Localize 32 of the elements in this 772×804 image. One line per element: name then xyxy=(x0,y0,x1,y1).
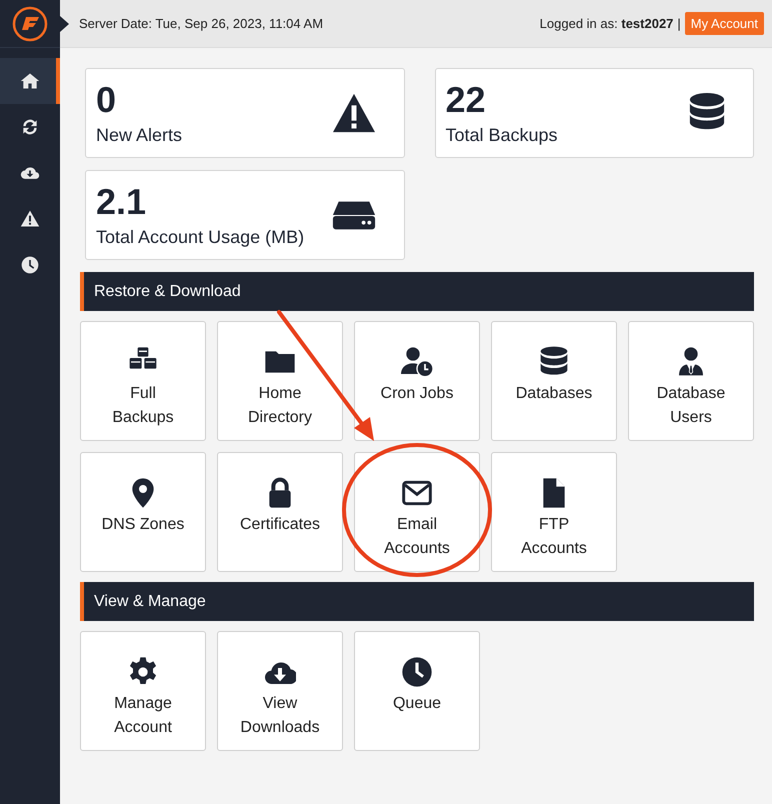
stat-label: Total Backups xyxy=(446,124,558,146)
tile-button[interactable]: Full Backups xyxy=(80,321,206,441)
stat-value: 0 xyxy=(96,80,118,120)
warning-icon xyxy=(20,209,40,229)
section-title: View & Manage xyxy=(94,592,206,612)
tile-button[interactable]: Cron Jobs xyxy=(354,321,480,441)
stat-label: New Alerts xyxy=(96,124,182,146)
clock-icon xyxy=(20,255,40,275)
hard-drive-icon xyxy=(330,199,376,231)
sidebar-item[interactable] xyxy=(0,58,60,104)
tile-button[interactable]: DNS Zones xyxy=(80,452,206,572)
login-status-text: Logged in as: test2027 xyxy=(540,14,674,33)
tile-button[interactable]: Queue xyxy=(354,631,480,751)
tile-button[interactable]: FTP Accounts xyxy=(491,452,617,572)
tile-button[interactable]: Home Directory xyxy=(217,321,343,441)
logo-icon[interactable] xyxy=(12,6,48,42)
separator-text: | xyxy=(677,14,681,33)
tile-button[interactable]: View Downloads xyxy=(217,631,343,751)
tile-button[interactable]: Manage Account xyxy=(80,631,206,751)
stat-label: Total Account Usage (MB) xyxy=(96,226,304,248)
section-title: Restore & Download xyxy=(94,282,241,302)
warning-icon xyxy=(330,92,376,134)
clock-icon xyxy=(401,656,433,688)
home-icon xyxy=(20,71,40,91)
stat-value: 2.1 xyxy=(96,182,148,222)
tile-button[interactable]: Certificates xyxy=(217,452,343,572)
tile-button[interactable]: Email Accounts xyxy=(354,452,480,572)
stat-value: 22 xyxy=(446,80,487,120)
server-date-text: Server Date: Tue, Sep 26, 2023, 11:04 AM xyxy=(79,14,324,33)
user-clock-icon xyxy=(401,346,433,378)
tile-button[interactable]: Databases xyxy=(491,321,617,441)
tile-button[interactable]: Database Users xyxy=(628,321,754,441)
